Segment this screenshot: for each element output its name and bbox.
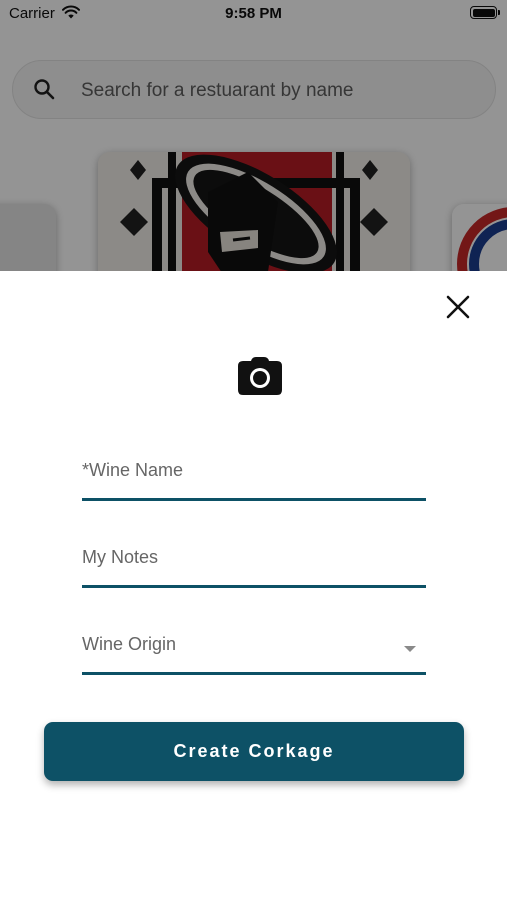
- notes-placeholder: My Notes: [82, 547, 159, 567]
- camera-icon[interactable]: [235, 355, 285, 397]
- notes-field[interactable]: My Notes: [82, 547, 426, 588]
- wine-origin-underline: [82, 672, 426, 675]
- wine-origin-select[interactable]: Wine Origin: [82, 634, 426, 675]
- wine-origin-placeholder: Wine Origin: [82, 634, 177, 654]
- close-icon[interactable]: [441, 290, 475, 324]
- create-corkage-button[interactable]: Create Corkage: [44, 722, 464, 781]
- wine-name-field[interactable]: *Wine Name: [82, 460, 426, 501]
- wine-name-underline: [82, 498, 426, 501]
- wine-name-placeholder: *Wine Name: [82, 460, 184, 480]
- notes-underline: [82, 585, 426, 588]
- chevron-down-icon[interactable]: [404, 646, 416, 652]
